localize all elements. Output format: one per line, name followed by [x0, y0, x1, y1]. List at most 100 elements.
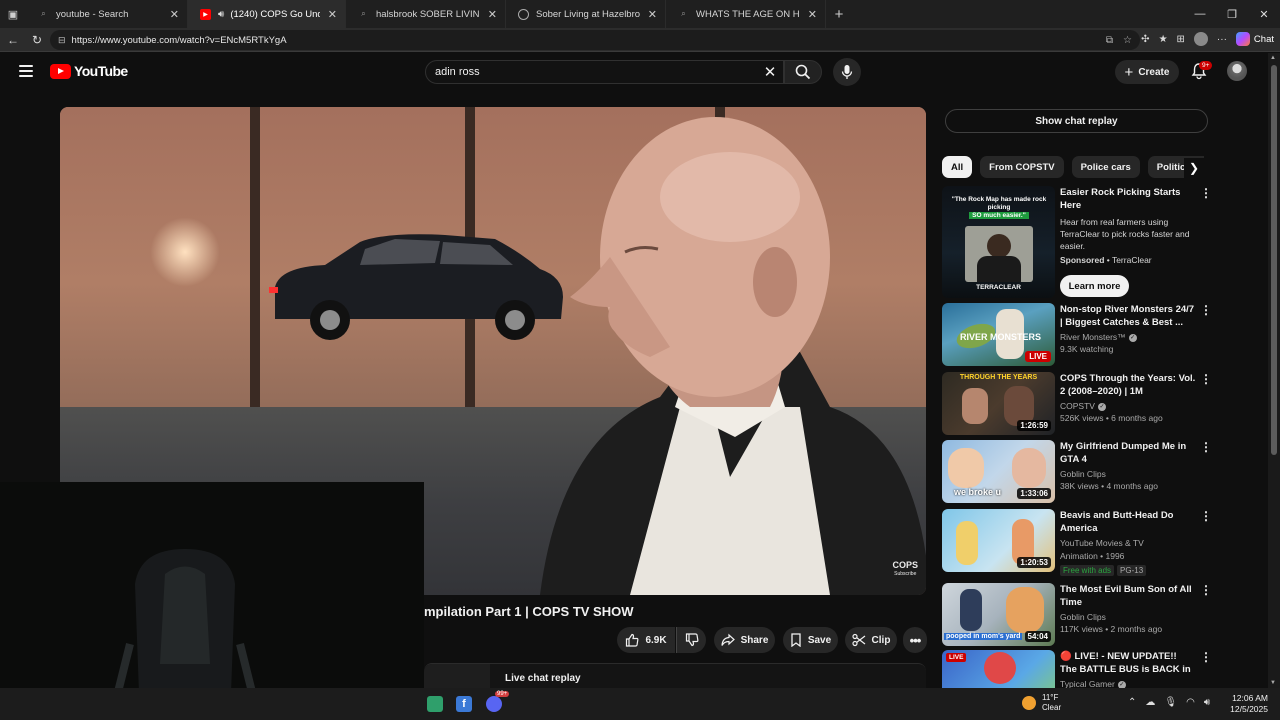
restore-icon[interactable]: ❐ — [1216, 0, 1248, 28]
new-tab-button[interactable]: + — [826, 6, 852, 23]
onedrive-icon[interactable]: ☁ — [1145, 697, 1155, 708]
video-title[interactable]: Beavis and Butt-Head Do America — [1060, 509, 1196, 535]
close-tab-icon[interactable]: ✕ — [170, 8, 179, 21]
app-icon-green[interactable] — [427, 696, 443, 712]
video-title[interactable]: Non-stop River Monsters 24/7 | Biggest C… — [1060, 303, 1196, 329]
item-menu-icon[interactable]: ⋮ — [1200, 651, 1210, 663]
ad-title[interactable]: Easier Rock Picking Starts Here — [1060, 186, 1200, 212]
video-thumbnail[interactable]: RIVER MONSTERS LIVE — [942, 303, 1055, 366]
wifi-icon[interactable]: ◠ — [1186, 697, 1195, 708]
list-item[interactable]: LIVE 🔴 LIVE! - NEW UPDATE!! The BATTLE B… — [942, 650, 1210, 688]
more-menu-icon[interactable]: ··· — [1217, 34, 1227, 45]
chip-from-copstv[interactable]: From COPSTV — [980, 156, 1064, 178]
search-button[interactable] — [784, 60, 822, 84]
tab-hotwheels[interactable]: ⌕ WHATS THE AGE ON HOTWHEELS ✕ — [666, 0, 826, 28]
weather-widget[interactable]: 11°F Clear — [1022, 693, 1061, 713]
ad-thumb-headline: "The Rock Map has made rock picking SO m… — [950, 196, 1048, 220]
cops-watermark[interactable]: COPS Subscribe — [892, 561, 918, 577]
back-icon[interactable]: ← — [1, 33, 25, 47]
verified-check-icon: ✓ — [1097, 402, 1106, 411]
like-button[interactable]: 6.9K — [617, 627, 675, 653]
favorites-icon[interactable]: ★ — [1159, 34, 1168, 45]
close-window-icon[interactable]: ✕ — [1248, 0, 1280, 28]
address-bar[interactable]: ⊟ https://www.youtube.com/watch?v=ENcM5R… — [50, 30, 1140, 50]
clock[interactable]: 12:06 AM 12/5/2025 — [1222, 693, 1268, 715]
chat-label: Chat — [1253, 33, 1274, 45]
speaker-icon[interactable]: 🔊︎ — [218, 9, 224, 20]
refresh-icon[interactable]: ↻ — [25, 33, 49, 47]
voice-search-button[interactable] — [833, 58, 861, 86]
chip-all[interactable]: All — [942, 156, 973, 178]
scroll-down-icon[interactable]: ▼ — [1270, 680, 1276, 686]
page-scrollbar[interactable]: ▲ ▼ — [1268, 53, 1280, 688]
profile-avatar[interactable] — [1193, 32, 1208, 46]
close-tab-icon[interactable]: ✕ — [648, 8, 657, 21]
channel-name[interactable]: YouTube Movies & TV — [1060, 538, 1144, 548]
notification-count-badge: 9+ — [1199, 61, 1213, 70]
channel-name[interactable]: Typical Gamer — [1060, 679, 1115, 688]
learn-more-button[interactable]: Learn more — [1060, 275, 1129, 297]
save-button[interactable]: Save — [783, 627, 838, 653]
show-chat-replay-button[interactable]: Show chat replay — [945, 109, 1208, 133]
watermark-text: COPS — [892, 560, 918, 570]
clip-button[interactable]: Clip — [845, 627, 897, 653]
chevron-up-icon[interactable]: ⌃ — [1128, 697, 1136, 708]
mic-tray-icon[interactable]: 🎙︎ — [1164, 697, 1177, 708]
close-tab-icon[interactable]: ✕ — [808, 8, 817, 21]
youtube-header: YouTube adin ross ✕ + Create 9+ — [0, 53, 1268, 91]
tab-title: Sober Living at Hazelbrook Recove — [536, 8, 640, 20]
ad-menu-icon[interactable]: ⋮ — [1200, 187, 1212, 199]
search-input[interactable]: adin ross — [425, 60, 784, 84]
video-thumbnail[interactable]: pooped in mom's yard 54:04 — [942, 583, 1055, 646]
discord-icon[interactable] — [486, 696, 502, 712]
app-icon-facebook[interactable]: f — [456, 696, 472, 712]
volume-icon[interactable]: 🔊︎ — [1204, 697, 1210, 708]
video-thumbnail[interactable]: THROUGH THE YEARS 1:26:59 — [942, 372, 1055, 435]
item-menu-icon[interactable]: ⋮ — [1200, 373, 1212, 385]
close-tab-icon[interactable]: ✕ — [488, 8, 497, 21]
chip-police-cars[interactable]: Police cars — [1071, 156, 1140, 178]
browser-toolbar: ← ↻ ⊟ https://www.youtube.com/watch?v=EN… — [0, 28, 1280, 52]
video-title[interactable]: 🔴 LIVE! - NEW UPDATE!! The BATTLE BUS is… — [1060, 650, 1196, 676]
share-button[interactable]: Share — [714, 627, 775, 653]
watermark-subscribe: Subscribe — [894, 571, 917, 577]
tab-cops-video[interactable]: ▶ 🔊︎ (1240) COPS Go Undercover f ✕ — [188, 0, 346, 28]
menu-icon[interactable] — [19, 65, 33, 77]
copilot-chat-button[interactable]: Chat — [1235, 32, 1274, 46]
collections-icon[interactable]: ⊞ — [1177, 34, 1185, 45]
more-actions-button[interactable]: ••• — [903, 627, 927, 653]
clear-search-icon[interactable]: ✕ — [760, 60, 780, 84]
dislike-button[interactable] — [676, 627, 706, 653]
channel-name[interactable]: COPSTV — [1060, 401, 1095, 411]
channel-name[interactable]: River Monsters™ — [1060, 332, 1126, 342]
close-tab-icon[interactable]: ✕ — [328, 8, 337, 21]
video-thumbnail[interactable]: 1:20:53 — [942, 509, 1055, 572]
app-available-icon[interactable]: ⧉ — [1106, 35, 1113, 46]
scrollbar-thumb[interactable] — [1271, 65, 1277, 455]
tab-sober-living[interactable]: Sober Living at Hazelbrook Recove ✕ — [506, 0, 666, 28]
scroll-up-icon[interactable]: ▲ — [1270, 55, 1276, 61]
tab-youtube-search[interactable]: ⌕ youtube - Search ✕ — [26, 0, 188, 28]
item-menu-icon[interactable]: ⋮ — [1200, 584, 1212, 596]
chevron-right-icon[interactable]: ❯ — [1184, 158, 1204, 178]
video-title[interactable]: COPS Through the Years: Vol. 2 (2008–202… — [1060, 372, 1196, 398]
minimize-icon[interactable]: — — [1184, 0, 1216, 28]
item-menu-icon[interactable]: ⋮ — [1200, 510, 1212, 522]
channel-name[interactable]: Goblin Clips — [1060, 469, 1106, 479]
channel-name[interactable]: Goblin Clips — [1060, 612, 1106, 622]
video-thumbnail[interactable]: LIVE — [942, 650, 1055, 688]
tab-actions-icon[interactable]: ▣ — [0, 0, 26, 28]
item-menu-icon[interactable]: ⋮ — [1200, 441, 1212, 453]
account-avatar[interactable] — [1227, 61, 1247, 81]
youtube-logo[interactable]: YouTube — [50, 63, 128, 79]
ad-thumbnail[interactable]: "The Rock Map has made rock picking SO m… — [942, 186, 1055, 298]
video-title[interactable]: My Girlfriend Dumped Me in GTA 4 — [1060, 440, 1196, 466]
video-thumbnail[interactable]: we broke u 1:33:06 — [942, 440, 1055, 503]
create-button[interactable]: + Create — [1115, 60, 1179, 84]
tab-halsbrook-search[interactable]: ⌕ halsbrook SOBER LIVING - Search ✕ — [346, 0, 506, 28]
item-menu-icon[interactable]: ⋮ — [1200, 304, 1212, 316]
extensions-icon[interactable]: ✣ — [1141, 34, 1149, 45]
video-title[interactable]: The Most Evil Bum Son of All Time — [1060, 583, 1196, 609]
favorite-star-icon[interactable]: ☆ — [1123, 35, 1132, 46]
site-info-icon[interactable]: ⊟ — [58, 35, 66, 46]
